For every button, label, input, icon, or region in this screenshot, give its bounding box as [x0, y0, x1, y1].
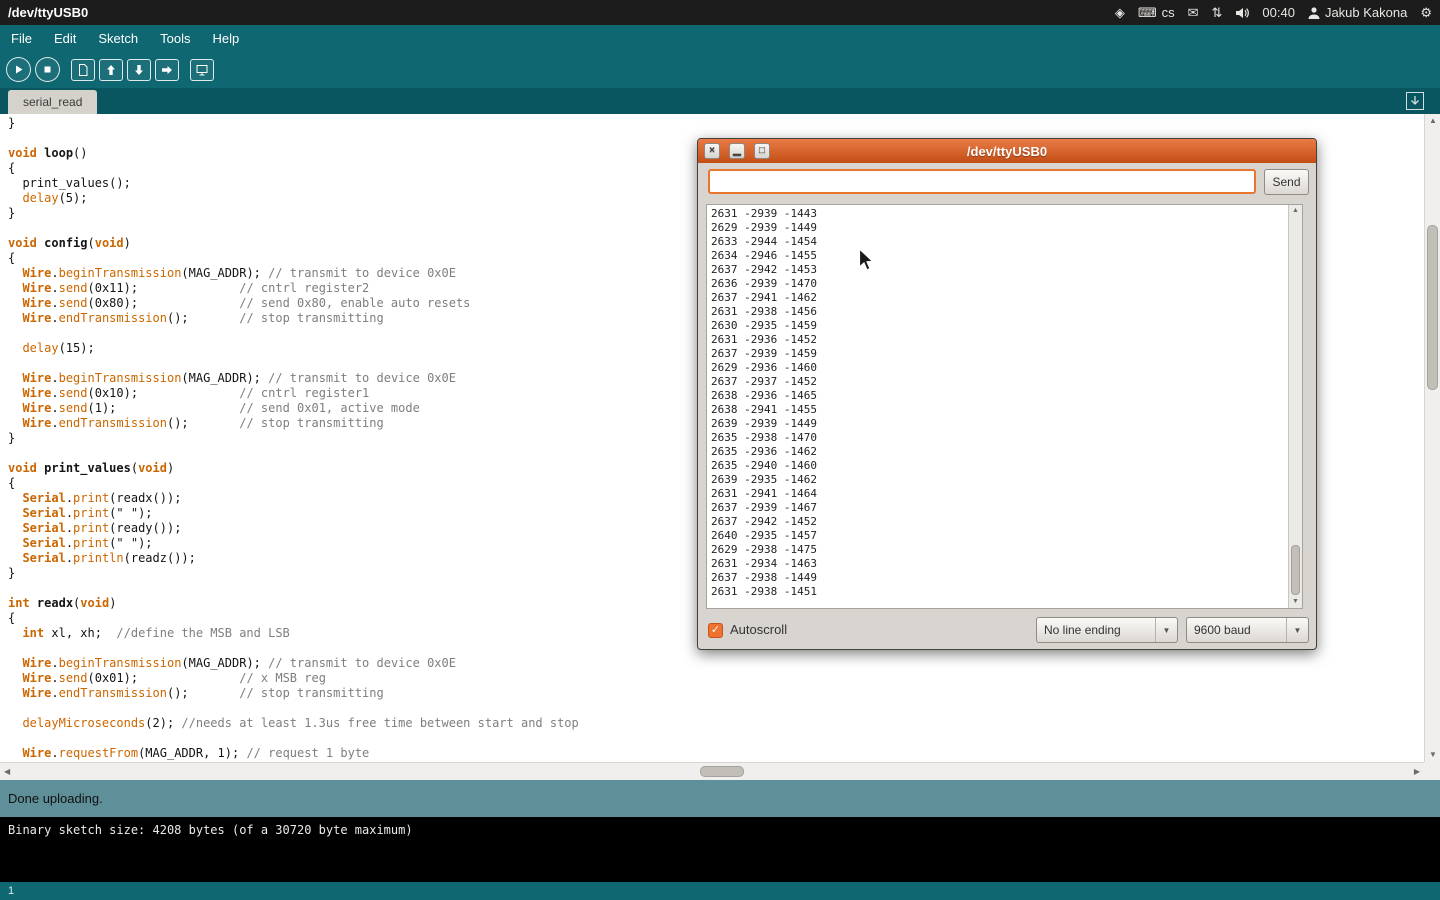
- serial-monitor-button[interactable]: [190, 59, 214, 81]
- serial-output-area[interactable]: 2631 -2939 -1443 2629 -2939 -1449 2633 -…: [706, 204, 1303, 609]
- close-icon[interactable]: ×: [704, 143, 720, 159]
- user-icon: [1308, 6, 1320, 20]
- line-number-indicator: 1: [8, 885, 14, 897]
- serial-output-scrollbar[interactable]: ▲ ▼: [1288, 205, 1302, 608]
- menu-file[interactable]: File: [0, 25, 43, 51]
- network-arrows-icon[interactable]: ⇅: [1211, 6, 1222, 19]
- arrow-up-icon: [104, 63, 118, 77]
- verify-button[interactable]: [6, 57, 31, 82]
- document-icon: [76, 63, 90, 77]
- session-gear-icon[interactable]: ⚙: [1420, 6, 1432, 19]
- console-output: Binary sketch size: 4208 bytes (of a 307…: [8, 823, 413, 837]
- scrollbar-corner: [1424, 762, 1440, 780]
- dropbox-icon[interactable]: ◈: [1115, 6, 1125, 19]
- top-panel: /dev/ttyUSB0 ◈ ⌨ cs ✉ ⇅ 00:40: [0, 0, 1440, 25]
- minimize-icon[interactable]: ▁: [729, 143, 745, 159]
- serial-send-input[interactable]: [708, 169, 1256, 194]
- upload-button[interactable]: [155, 59, 179, 81]
- indicator-area: ◈ ⌨ cs ✉ ⇅ 00:40: [1115, 5, 1432, 20]
- toolbar: [0, 51, 1440, 88]
- scroll-left-icon[interactable]: ◀: [4, 768, 10, 776]
- keyboard-icon: ⌨: [1138, 6, 1157, 19]
- baud-rate-select[interactable]: 9600 baud ▼: [1186, 617, 1309, 643]
- monitor-icon: [195, 63, 209, 77]
- baud-rate-value: 9600 baud: [1187, 623, 1286, 637]
- user-menu[interactable]: Jakub Kakona: [1308, 5, 1407, 20]
- line-ending-value: No line ending: [1037, 623, 1155, 637]
- serial-monitor-titlebar[interactable]: × ▁ □ /dev/ttyUSB0: [698, 139, 1316, 163]
- tab-menu-icon: [1406, 92, 1424, 110]
- status-message: Done uploading.: [8, 791, 103, 806]
- save-sketch-button[interactable]: [127, 59, 151, 81]
- stop-icon: [40, 62, 55, 77]
- clock[interactable]: 00:40: [1262, 5, 1295, 20]
- keyboard-layout-label: cs: [1162, 5, 1175, 20]
- check-icon: ✓: [711, 624, 720, 636]
- autoscroll-checkbox[interactable]: ✓: [708, 623, 723, 638]
- scroll-down-icon[interactable]: ▼: [1429, 751, 1437, 759]
- scroll-right-icon[interactable]: ▶: [1414, 768, 1420, 776]
- volume-icon[interactable]: [1235, 6, 1249, 20]
- keyboard-layout-indicator[interactable]: ⌨ cs: [1138, 5, 1175, 20]
- serial-monitor-title: /dev/ttyUSB0: [967, 144, 1047, 159]
- scroll-up-icon[interactable]: ▲: [1429, 117, 1437, 125]
- scroll-up-icon[interactable]: ▲: [1292, 207, 1299, 215]
- active-window-title: /dev/ttyUSB0: [8, 5, 88, 20]
- serial-output-text: 2631 -2939 -1443 2629 -2939 -1449 2633 -…: [707, 205, 1302, 599]
- editor-vertical-scrollbar[interactable]: ▲ ▼: [1424, 114, 1440, 762]
- tab-menu-button[interactable]: [1406, 92, 1424, 110]
- username-label: Jakub Kakona: [1325, 5, 1407, 20]
- arrow-right-icon: [160, 63, 174, 77]
- footer-line-indicator-bar: 1: [0, 882, 1440, 900]
- tab-strip: serial_read: [0, 88, 1440, 114]
- scroll-down-icon[interactable]: ▼: [1292, 598, 1299, 606]
- status-bar: Done uploading.: [0, 780, 1440, 817]
- maximize-icon[interactable]: □: [754, 143, 770, 159]
- vertical-scrollbar-thumb[interactable]: [1427, 225, 1438, 390]
- new-sketch-button[interactable]: [71, 59, 95, 81]
- stop-button[interactable]: [35, 57, 60, 82]
- editor-horizontal-scrollbar[interactable]: ◀ ▶: [0, 762, 1424, 780]
- screen: /dev/ttyUSB0 ◈ ⌨ cs ✉ ⇅ 00:40: [0, 0, 1440, 900]
- play-icon: [11, 62, 26, 77]
- window-controls: × ▁ □: [704, 143, 770, 159]
- serial-monitor-window: × ▁ □ /dev/ttyUSB0 Send 2631 -2939 -1443…: [697, 138, 1317, 650]
- menu-sketch[interactable]: Sketch: [87, 25, 149, 51]
- menu-tools[interactable]: Tools: [149, 25, 201, 51]
- mail-icon[interactable]: ✉: [1188, 6, 1199, 19]
- serial-scrollbar-thumb[interactable]: [1291, 545, 1300, 595]
- tab-serial-read[interactable]: serial_read: [8, 90, 97, 114]
- horizontal-scrollbar-thumb[interactable]: [700, 766, 744, 777]
- chevron-down-icon: ▼: [1286, 618, 1308, 642]
- menu-edit[interactable]: Edit: [43, 25, 87, 51]
- chevron-down-icon: ▼: [1155, 618, 1177, 642]
- send-button[interactable]: Send: [1264, 169, 1309, 195]
- autoscroll-label: Autoscroll: [730, 622, 787, 637]
- line-ending-select[interactable]: No line ending ▼: [1036, 617, 1178, 643]
- arrow-down-icon: [132, 63, 146, 77]
- menu-bar: File Edit Sketch Tools Help: [0, 25, 1440, 51]
- open-sketch-button[interactable]: [99, 59, 123, 81]
- build-console: Binary sketch size: 4208 bytes (of a 307…: [0, 817, 1440, 882]
- menu-help[interactable]: Help: [201, 25, 250, 51]
